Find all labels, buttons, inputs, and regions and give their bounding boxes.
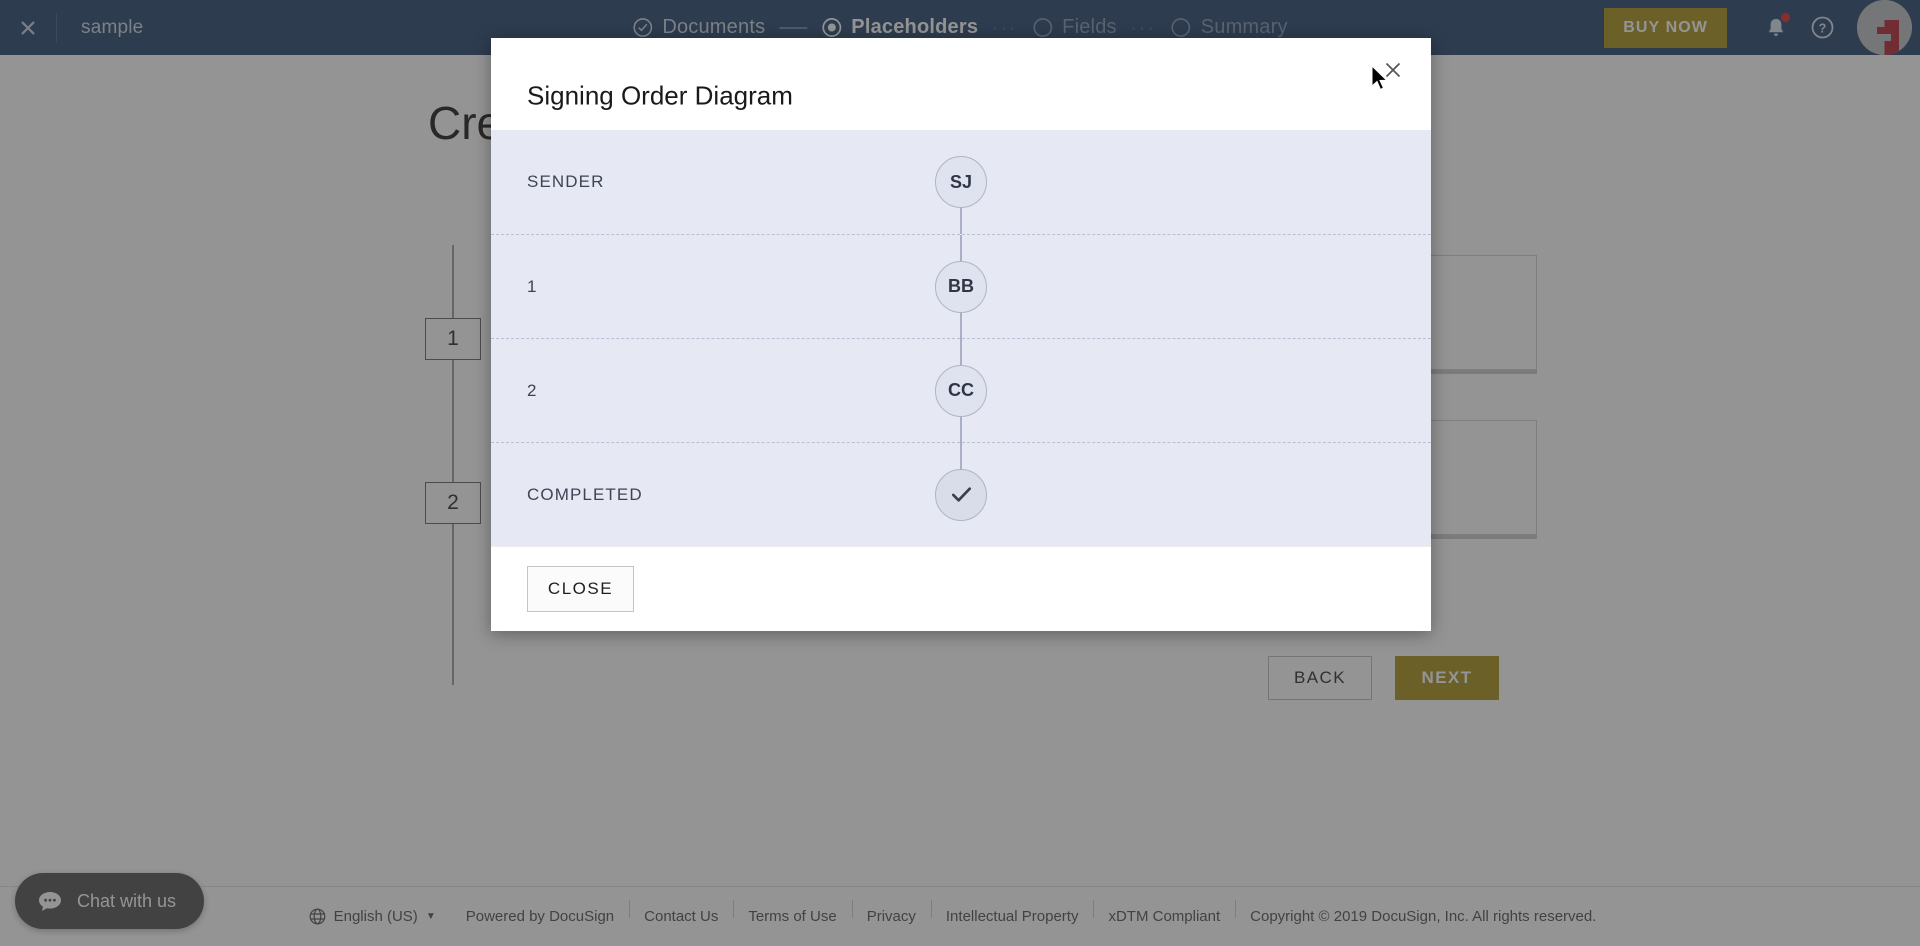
- diagram-row-sender: SENDER SJ: [491, 130, 1431, 234]
- diagram-node-recipient-1: BB: [935, 260, 987, 313]
- checkmark-icon: [951, 487, 971, 502]
- diagram-row-1: 1 BB: [491, 234, 1431, 339]
- modal-close-action-button[interactable]: CLOSE: [527, 566, 634, 612]
- diagram-node-recipient-2: CC: [935, 364, 987, 417]
- mouse-cursor: [1371, 65, 1388, 91]
- diagram-row-label: 2: [527, 380, 538, 400]
- diagram-row-label: 1: [527, 276, 538, 296]
- diagram-row-2: 2 CC: [491, 338, 1431, 443]
- signing-order-diagram-modal: Signing Order Diagram SENDER SJ 1 BB 2 C…: [491, 38, 1431, 631]
- modal-footer: CLOSE: [491, 546, 1431, 631]
- diagram-row-completed: COMPLETED: [491, 442, 1431, 546]
- signing-order-diagram: SENDER SJ 1 BB 2 CC COMPLETED: [491, 130, 1431, 546]
- diagram-node-completed: [935, 468, 987, 521]
- diagram-node-sender: SJ: [935, 156, 987, 208]
- diagram-row-label: SENDER: [527, 172, 605, 191]
- modal-title: Signing Order Diagram: [527, 80, 793, 111]
- modal-header: Signing Order Diagram: [491, 38, 1431, 130]
- diagram-row-label: COMPLETED: [527, 484, 643, 504]
